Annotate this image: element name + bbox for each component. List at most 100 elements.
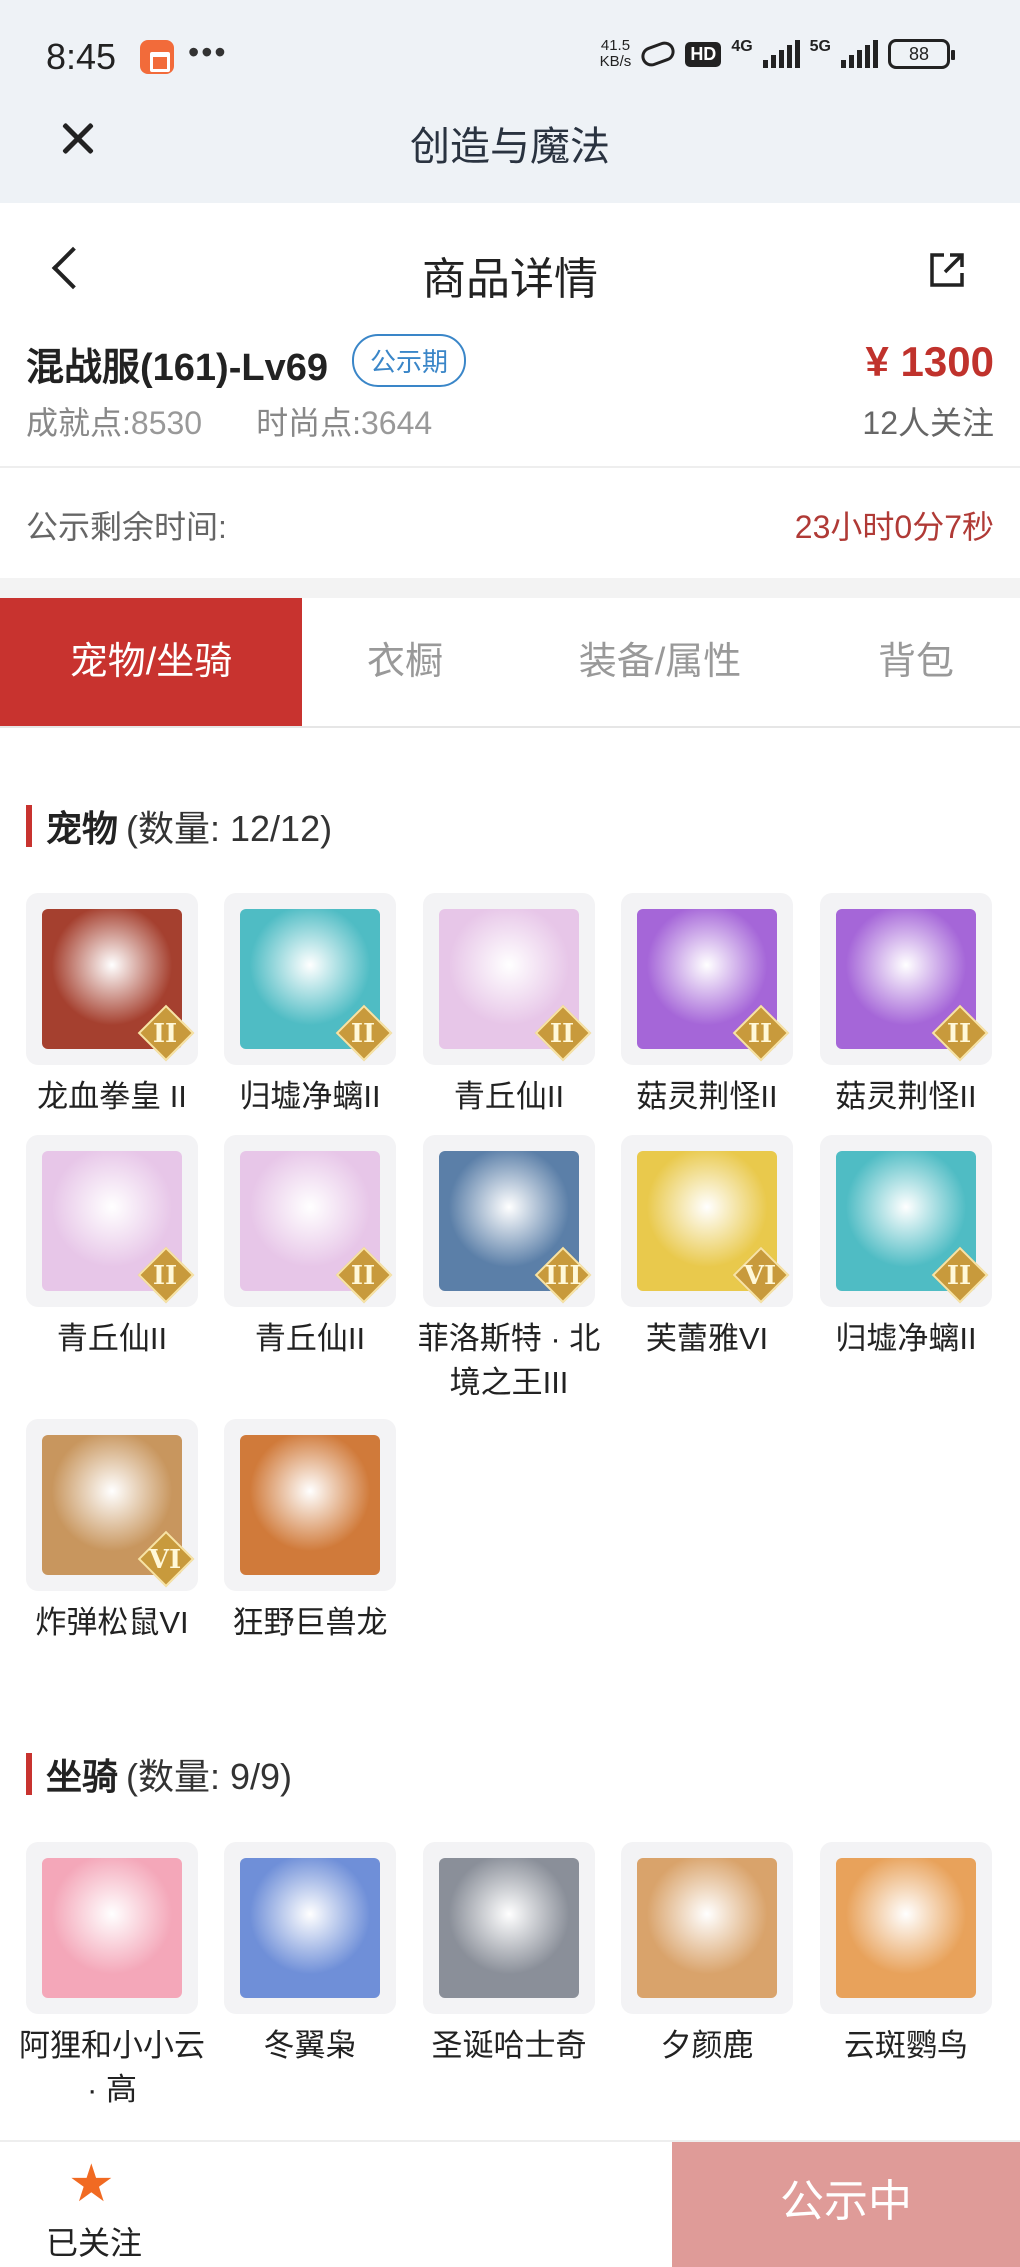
item-name: 青丘仙II: [56, 1321, 168, 1356]
grid-item[interactable]: II 青丘仙II: [224, 1135, 396, 1361]
item-thumbnail[interactable]: VI: [26, 1419, 198, 1591]
status-time: 8:45: [46, 36, 117, 77]
star-icon: ★: [68, 2155, 115, 2213]
item-name: 芙蕾雅VI: [645, 1321, 769, 1356]
tab-bar: 宠物/坐骑 衣橱 装备/属性 背包: [0, 598, 1020, 728]
pets-grid: II 龙血拳皇 II II 归墟净螭II II 青丘仙II II 菇灵荆怪II II 菇灵荆怪II…: [26, 893, 996, 1673]
item-thumbnail[interactable]: II: [26, 1135, 198, 1307]
rank-text: II: [152, 1261, 178, 1291]
item-name: 云斑鹦鸟: [844, 2028, 968, 2063]
app-title-bar: 创造与魔法: [0, 100, 1020, 203]
mounts-section-title: 坐骑 (数量: 9/9): [26, 1748, 292, 1800]
public-notice-button[interactable]: 公示中: [672, 2142, 1020, 2267]
item-name: 龙血拳皇 II: [37, 1079, 187, 1114]
item-thumbnail[interactable]: II: [820, 893, 992, 1065]
item-image: [637, 1858, 777, 1998]
item-name: 青丘仙II: [453, 1079, 565, 1114]
item-name: 炸弹松鼠VI: [35, 1605, 189, 1640]
section-marker: [26, 805, 32, 847]
tab-pets-mounts[interactable]: 宠物/坐骑: [0, 598, 302, 726]
item-thumbnail[interactable]: II: [820, 1135, 992, 1307]
item-image: [240, 1858, 380, 1998]
item-image: [836, 1858, 976, 1998]
grid-item[interactable]: II 青丘仙II: [423, 893, 595, 1119]
item-image: [240, 1435, 380, 1575]
grid-item[interactable]: 夕颜鹿: [621, 1842, 793, 2068]
price: ¥ 1300: [865, 338, 994, 385]
item-name: 阿狸和小小云 · 高: [19, 2028, 205, 2107]
item-thumbnail[interactable]: VI: [621, 1135, 793, 1307]
grid-item[interactable]: II 青丘仙II: [26, 1135, 198, 1361]
rank-text: III: [545, 1261, 582, 1291]
grid-item[interactable]: 圣诞哈士奇: [423, 1842, 595, 2068]
grid-item[interactable]: 阿狸和小小云 · 高: [19, 1842, 205, 2112]
battery-icon: 88: [888, 39, 955, 69]
item-thumbnail[interactable]: [224, 1419, 396, 1591]
rank-text: II: [350, 1261, 376, 1291]
top-zone: 8:45 ••• 41.5 KB/s HD 4G 5G 88 创造与魔法: [0, 0, 1020, 203]
follow-label: 已关注: [46, 2225, 143, 2261]
share-icon[interactable]: [928, 251, 966, 289]
grid-item[interactable]: 狂野巨兽龙: [224, 1419, 396, 1645]
item-name: 归墟净螭II: [835, 1321, 977, 1356]
page-header: 商品详情: [0, 203, 1020, 333]
grid-item[interactable]: III 菲洛斯特 · 北境之王III: [418, 1135, 600, 1405]
page-title: 商品详情: [422, 255, 598, 304]
product-name: 混战服(161)-Lv69: [26, 347, 328, 389]
item-thumbnail[interactable]: II: [224, 1135, 396, 1307]
bottom-bar: ★ 已关注 公示中: [0, 2140, 1020, 2267]
fashion-value: 3644: [361, 405, 433, 441]
tab-backpack[interactable]: 背包: [812, 598, 1020, 726]
item-image: [42, 1858, 182, 1998]
item-thumbnail[interactable]: III: [423, 1135, 595, 1307]
item-thumbnail[interactable]: II: [621, 893, 793, 1065]
grid-item[interactable]: II 归墟净螭II: [224, 893, 396, 1119]
network-5g-label: 5G: [809, 38, 831, 55]
tab-equipment[interactable]: 装备/属性: [508, 598, 812, 726]
item-name: 菇灵荆怪II: [835, 1079, 977, 1114]
status-icons: 41.5 KB/s HD 4G 5G 88: [600, 38, 955, 70]
rank-text: VI: [148, 1545, 182, 1575]
item-thumbnail[interactable]: II: [26, 893, 198, 1065]
follower-count: 12人关注: [862, 405, 994, 441]
item-thumbnail[interactable]: [621, 1842, 793, 2014]
rank-text: II: [946, 1261, 972, 1291]
item-thumbnail[interactable]: II: [423, 893, 595, 1065]
mounts-grid: 阿狸和小小云 · 高 冬翼枭 圣诞哈士奇 夕颜鹿 云斑鹦鸟: [19, 1842, 996, 2142]
achievement-label: 成就点:: [26, 405, 131, 441]
rank-text: II: [549, 1019, 575, 1049]
achievement-value: 8530: [130, 405, 203, 441]
grid-item[interactable]: VI 芙蕾雅VI: [621, 1135, 793, 1361]
rank-text: VI: [743, 1261, 777, 1291]
grid-item[interactable]: II 菇灵荆怪II: [820, 893, 992, 1119]
tab-wardrobe[interactable]: 衣橱: [302, 598, 508, 726]
signal-icon-2: [841, 40, 878, 68]
grid-item[interactable]: VI 炸弹松鼠VI: [26, 1419, 198, 1645]
grid-item[interactable]: II 龙血拳皇 II: [26, 893, 198, 1119]
fashion-label: 时尚点:: [256, 405, 361, 441]
item-name: 圣诞哈士奇: [431, 2028, 587, 2063]
item-thumbnail[interactable]: [224, 1842, 396, 2014]
countdown-value: 23小时0分7秒: [794, 509, 994, 545]
grid-item[interactable]: 云斑鹦鸟: [820, 1842, 992, 2068]
countdown-row: 公示剩余时间: 23小时0分7秒: [0, 470, 1020, 578]
grid-item[interactable]: II 归墟净螭II: [820, 1135, 992, 1361]
grid-item[interactable]: 冬翼枭: [224, 1842, 396, 2068]
section-count: (数量: 12/12): [126, 808, 333, 849]
divider: [0, 578, 1020, 598]
rank-text: II: [747, 1019, 773, 1049]
product-info: 混战服(161)-Lv69 公示期 成就点:8530 时尚点:3644 ¥ 130…: [0, 330, 1020, 468]
item-thumbnail[interactable]: [820, 1842, 992, 2014]
item-thumbnail[interactable]: II: [224, 893, 396, 1065]
app-title: 创造与魔法: [410, 125, 610, 169]
item-name: 冬翼枭: [263, 2028, 357, 2063]
section-marker: [26, 1753, 32, 1795]
item-name: 夕颜鹿: [660, 2028, 754, 2063]
follow-button[interactable]: ★ 已关注: [0, 2142, 190, 2267]
item-name: 狂野巨兽龙: [232, 1605, 388, 1640]
item-thumbnail[interactable]: [26, 1842, 198, 2014]
grid-item[interactable]: II 菇灵荆怪II: [621, 893, 793, 1119]
item-thumbnail[interactable]: [423, 1842, 595, 2014]
product-stats: 成就点:8530 时尚点:3644: [26, 398, 432, 444]
network-4g-label: 4G: [731, 38, 753, 55]
